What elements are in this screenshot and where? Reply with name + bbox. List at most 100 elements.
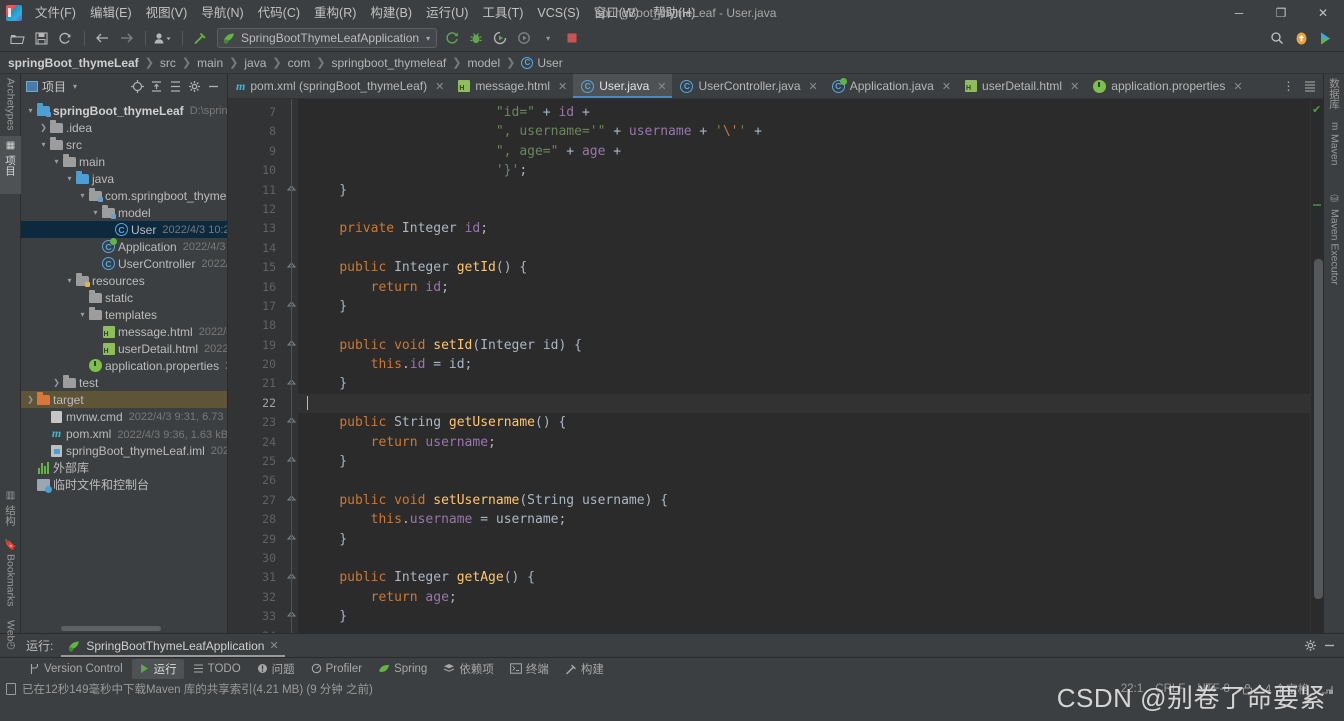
search-icon[interactable] bbox=[1266, 28, 1288, 49]
chevron-right-icon[interactable]: ❯ bbox=[38, 123, 49, 132]
settings-gear-icon[interactable] bbox=[1304, 639, 1317, 652]
tree-node-springboot-thymeleaf-iml[interactable]: springBoot_thymeLeaf.iml 2022/4/ bbox=[21, 442, 227, 459]
breadcrumb-item-3[interactable]: java bbox=[244, 56, 266, 70]
editor-tab-usercontroller-java[interactable]: C UserController.java ✕ bbox=[672, 74, 823, 98]
tree-node-mvnw-cmd[interactable]: mvnw.cmd 2022/4/3 9:31, 6.73 kB bbox=[21, 408, 227, 425]
lock-icon[interactable] bbox=[1242, 683, 1253, 695]
bottom-tab-spring[interactable]: Spring bbox=[371, 661, 434, 677]
editor-tab-application-java[interactable]: C Application.java ✕ bbox=[824, 74, 957, 98]
bottom-tab---[interactable]: 问题 bbox=[250, 659, 302, 679]
tree-node-test[interactable]: ❯ test bbox=[21, 374, 227, 391]
memory-indicator[interactable] bbox=[1321, 683, 1334, 695]
line-separator[interactable]: CRLF bbox=[1155, 683, 1185, 695]
chevron-down-icon[interactable]: ▾ bbox=[51, 157, 62, 166]
tree-node-message-html[interactable]: message.html 2022/4, bbox=[21, 323, 227, 340]
sidebar-item-archetypes[interactable]: Archetypes bbox=[0, 74, 21, 136]
sidebar-item-bookmarks[interactable]: 🔖 Bookmarks bbox=[0, 534, 21, 616]
run-button[interactable] bbox=[441, 28, 463, 49]
chevron-down-icon[interactable]: ▾ bbox=[77, 310, 88, 319]
breadcrumb-item-7[interactable]: User bbox=[537, 56, 562, 70]
tree-node-user[interactable]: CUser 2022/4/3 10:27 bbox=[21, 221, 227, 238]
run-tab-springbootthymeleafapplication[interactable]: SpringBootThymeLeafApplication ✕ bbox=[61, 635, 286, 657]
code-content[interactable]: "id=" + id + ", username='" + username +… bbox=[298, 99, 1310, 633]
editor-tab-application-properties[interactable]: application.properties ✕ bbox=[1085, 74, 1248, 98]
code-line[interactable]: private Integer id; bbox=[298, 219, 1310, 238]
tree-node-main[interactable]: ▾ main bbox=[21, 153, 227, 170]
tree-node-userdetail-html[interactable]: userDetail.html 2022/ bbox=[21, 340, 227, 357]
editor-marker-bar[interactable]: ✔ bbox=[1310, 99, 1323, 633]
project-panel-title[interactable]: 项目 ▾ bbox=[26, 78, 77, 95]
code-line[interactable]: public Integer getAge() { bbox=[298, 568, 1310, 587]
code-line[interactable]: return age; bbox=[298, 588, 1310, 607]
open-folder-icon[interactable] bbox=[6, 28, 28, 49]
update-icon[interactable] bbox=[1290, 28, 1312, 49]
sidebar-item-structure[interactable]: ▥ 结构 bbox=[0, 486, 21, 534]
menu-item-0[interactable]: 文件(F) bbox=[28, 2, 83, 24]
code-folding-gutter[interactable] bbox=[284, 99, 298, 633]
locate-icon[interactable] bbox=[128, 77, 147, 96]
tree-node-templates[interactable]: ▾ templates bbox=[21, 306, 227, 323]
bottom-tab-todo[interactable]: TODO bbox=[186, 661, 248, 677]
stop-button[interactable] bbox=[561, 28, 583, 49]
code-line[interactable] bbox=[298, 471, 1310, 490]
code-line[interactable]: public void setUsername(String username)… bbox=[298, 491, 1310, 510]
menu-item-3[interactable]: 导航(N) bbox=[194, 2, 250, 24]
menu-item-5[interactable]: 重构(R) bbox=[307, 2, 363, 24]
tree-node--idea[interactable]: ❯ .idea bbox=[21, 119, 227, 136]
code-line[interactable]: } bbox=[298, 607, 1310, 626]
code-editor[interactable]: 7 8 9 10 11 12 13 14 15 16 17 18 19 20 21 22 23 24 25 26 27 2… bbox=[228, 99, 1323, 633]
bottom-tab---[interactable]: 终端 bbox=[503, 659, 556, 679]
close-icon[interactable]: ✕ bbox=[269, 639, 278, 652]
tree-node-usercontroller[interactable]: CUserController 2022/4 bbox=[21, 255, 227, 272]
tree-node-application[interactable]: CApplication 2022/4/3 9 bbox=[21, 238, 227, 255]
code-line[interactable] bbox=[298, 316, 1310, 335]
back-arrow-icon[interactable] bbox=[91, 28, 113, 49]
sidebar-item-maven-executor[interactable]: ⛁ Maven Executor bbox=[1324, 190, 1344, 308]
save-icon[interactable] bbox=[30, 28, 52, 49]
code-line[interactable] bbox=[298, 200, 1310, 219]
code-line[interactable]: ", age=" + age + bbox=[298, 142, 1310, 161]
tree-node-static[interactable]: static bbox=[21, 289, 227, 306]
code-line[interactable]: this.username = username; bbox=[298, 510, 1310, 529]
bottom-tab----[interactable]: 依赖项 bbox=[436, 659, 501, 679]
code-line[interactable] bbox=[298, 239, 1310, 258]
breadcrumb-item-4[interactable]: com bbox=[288, 56, 311, 70]
code-line[interactable]: public void setId(Integer id) { bbox=[298, 336, 1310, 355]
tree-node---------[interactable]: 临时文件和控制台 bbox=[21, 476, 227, 493]
tree-node-pom-xml[interactable]: m pom.xml 2022/4/3 9:36, 1.63 kB 29 先 bbox=[21, 425, 227, 442]
code-line[interactable]: } bbox=[298, 452, 1310, 471]
chevron-down-icon[interactable]: ▾ bbox=[537, 28, 559, 49]
code-line[interactable] bbox=[298, 549, 1310, 568]
run-configuration-selector[interactable]: SpringBootThymeLeafApplication ▾ bbox=[217, 28, 438, 48]
tree-node-src[interactable]: ▾ src bbox=[21, 136, 227, 153]
menu-item-11[interactable]: 帮助(H) bbox=[646, 2, 702, 24]
code-line[interactable]: } bbox=[298, 181, 1310, 200]
editor-tab-userdetail-html[interactable]: userDetail.html ✕ bbox=[957, 74, 1085, 98]
close-icon[interactable]: ✕ bbox=[657, 80, 666, 93]
chevron-down-icon[interactable]: ▾ bbox=[25, 106, 36, 115]
bottom-tab-profiler[interactable]: Profiler bbox=[304, 661, 369, 677]
profile-dropdown-icon[interactable] bbox=[152, 28, 174, 49]
debug-button[interactable] bbox=[465, 28, 487, 49]
code-line[interactable]: '}'; bbox=[298, 161, 1310, 180]
tree-node----[interactable]: 外部库 bbox=[21, 459, 227, 476]
sync-icon[interactable] bbox=[54, 28, 76, 49]
tree-node-java[interactable]: ▾ java bbox=[21, 170, 227, 187]
code-line[interactable] bbox=[298, 627, 1310, 633]
close-icon[interactable]: ✕ bbox=[942, 80, 951, 93]
sidebar-item-database[interactable]: 数据库 bbox=[1324, 74, 1344, 118]
close-icon[interactable]: ✕ bbox=[1233, 80, 1242, 93]
more-tabs-icon[interactable]: ⋮ bbox=[1279, 77, 1298, 96]
editor-tab-pom-xml--springboot-thymeleaf-[interactable]: m pom.xml (springBoot_thymeLeaf) ✕ bbox=[228, 74, 450, 98]
hide-icon[interactable] bbox=[204, 77, 223, 96]
editor-tab-user-java[interactable]: C User.java ✕ bbox=[573, 74, 673, 98]
settings-gear-icon[interactable] bbox=[185, 77, 204, 96]
sidebar-item-web[interactable]: Web bbox=[0, 616, 21, 656]
tree-node-application-properties[interactable]: application.properties 2 bbox=[21, 357, 227, 374]
close-icon[interactable]: ✕ bbox=[558, 80, 567, 93]
chevron-down-icon[interactable]: ▾ bbox=[64, 276, 75, 285]
run-with-coverage-icon[interactable] bbox=[489, 28, 511, 49]
menu-item-7[interactable]: 运行(U) bbox=[419, 2, 475, 24]
menu-item-10[interactable]: 窗口(W) bbox=[587, 2, 646, 24]
hide-icon[interactable] bbox=[1323, 639, 1336, 652]
